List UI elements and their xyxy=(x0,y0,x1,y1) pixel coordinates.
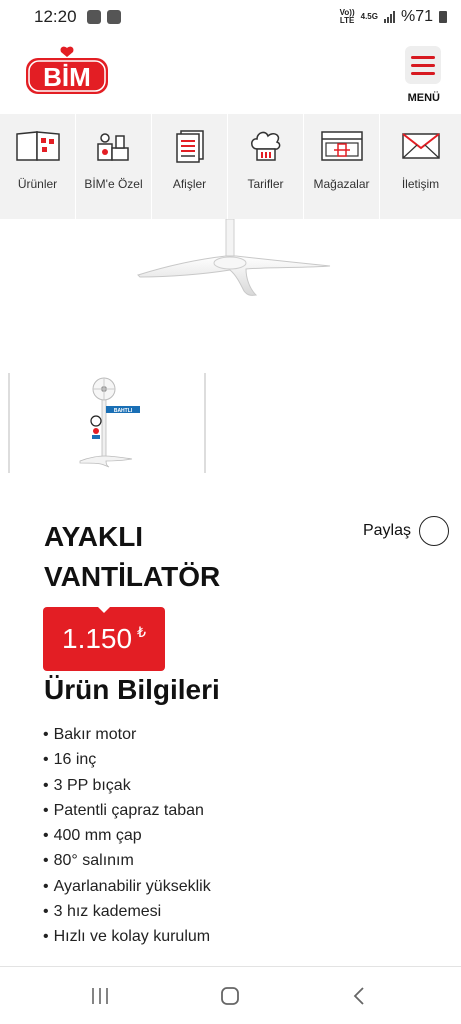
products-icon xyxy=(91,128,137,164)
bim-logo[interactable]: BİM xyxy=(26,46,108,94)
clock: 12:20 xyxy=(34,7,77,26)
app-notification-icon xyxy=(86,10,101,24)
share-label: Paylaş xyxy=(362,522,411,539)
home-icon[interactable] xyxy=(218,985,242,1007)
thumbnail-gallery: BAHTLI xyxy=(8,373,208,475)
gallery-notification-icon xyxy=(106,10,121,24)
feature-item: 3 PP bıçak xyxy=(43,773,211,798)
feature-item: 400 mm çap xyxy=(43,823,211,848)
battery-icon xyxy=(439,11,447,23)
feature-list: Bakır motor 16 inç 3 PP bıçak Patentli ç… xyxy=(43,722,211,950)
posters-icon xyxy=(167,128,213,164)
svg-text:BİM: BİM xyxy=(43,62,91,92)
nav-item-tarifler[interactable]: Tarifler xyxy=(228,114,304,219)
battery-percent: %71 xyxy=(400,8,433,25)
recent-apps-icon[interactable] xyxy=(88,985,112,1007)
system-navigation-bar xyxy=(0,966,461,1024)
volte-indicator: Vo)) LTE xyxy=(339,8,355,25)
feature-item: 3 hız kademesi xyxy=(43,899,211,924)
site-header: BİM MENÜ xyxy=(0,34,461,114)
store-icon xyxy=(319,128,365,164)
share-control[interactable]: Paylaş xyxy=(363,516,449,546)
feature-item: Hızlı ve kolay kurulum xyxy=(43,924,211,949)
nav-item-magazalar[interactable]: Mağazalar xyxy=(304,114,380,219)
thumb-brand-label: BAHTLI xyxy=(114,408,133,414)
product-main-image[interactable] xyxy=(0,218,461,359)
product-title: AYAKLI VANTİLATÖR xyxy=(44,521,221,592)
share-icon[interactable] xyxy=(419,516,449,546)
feature-item: Bakır motor xyxy=(43,722,211,747)
nav-item-afisler[interactable]: Afişler xyxy=(152,114,228,219)
price-tag: 1.150 ₺ xyxy=(43,606,165,671)
signal-icon xyxy=(383,11,395,23)
nav-item-iletisim[interactable]: İletişim xyxy=(380,114,461,219)
back-icon[interactable] xyxy=(348,985,372,1007)
nav-item-urunler[interactable]: Ürünler xyxy=(0,114,76,219)
menu-button[interactable] xyxy=(405,46,441,84)
nav-item-bime-ozel[interactable]: BİM'e Özel xyxy=(76,114,152,219)
envelope-icon xyxy=(398,128,444,164)
price-value: 1.150 xyxy=(62,623,133,654)
network-type: 4.5G xyxy=(360,12,378,21)
status-bar: 12:20 Vo)) LTE 4.5G %71 xyxy=(0,0,461,34)
feature-item: 80° salınım xyxy=(43,848,211,873)
feature-item: Patentli çapraz taban xyxy=(43,798,211,823)
catalog-icon xyxy=(15,128,61,164)
hamburger-icon xyxy=(411,55,435,59)
product-info-heading: Ürün Bilgileri xyxy=(44,674,220,705)
currency-symbol: ₺ xyxy=(137,623,146,640)
main-nav: Ürünler BİM'e Özel Afişler Tarifler Mağa… xyxy=(0,114,461,219)
chef-hat-icon xyxy=(243,128,289,164)
product-thumbnail[interactable]: BAHTLI xyxy=(8,373,206,473)
feature-item: 16 inç xyxy=(43,747,211,772)
feature-item: Ayarlanabilir yükseklik xyxy=(43,874,211,899)
menu-label[interactable]: MENÜ xyxy=(408,92,440,104)
